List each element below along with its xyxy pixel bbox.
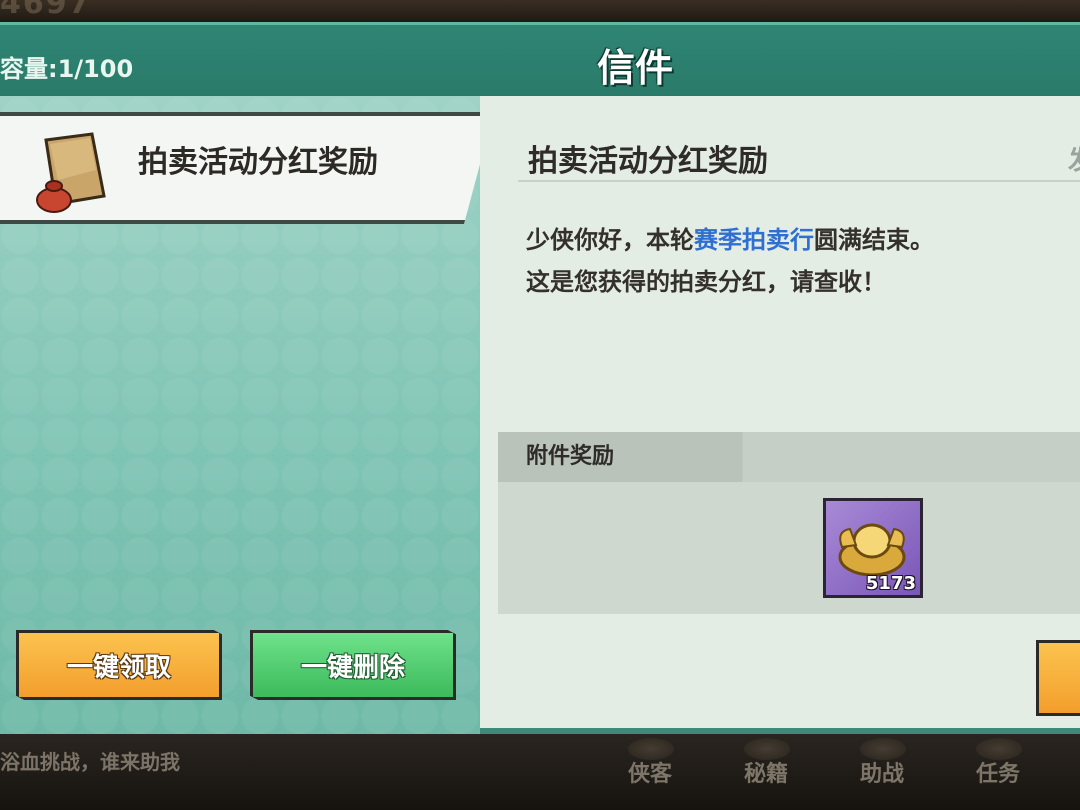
mail-item-title: 拍卖活动分红奖励 [138, 145, 378, 180]
detail-date-partial: 发 [1068, 140, 1080, 177]
body-line1-prefix: 少侠你好，本轮 [526, 226, 694, 254]
reward-count: 5173 [865, 573, 916, 594]
delete-all-button[interactable]: 一键删除 [250, 630, 456, 700]
detail-divider [518, 180, 1080, 182]
reward-item-slot[interactable]: 5173 [823, 498, 923, 598]
claim-all-button[interactable]: 一键领取 [16, 630, 222, 700]
marquee-text: 浴血挑战，谁来助我 [0, 750, 180, 774]
nav-item-assist[interactable]: 助战 [860, 756, 904, 788]
detail-body-line-2: 这是您获得的拍卖分红，请查收！ [526, 268, 886, 296]
detail-body-line-1: 少侠你好，本轮赛季拍卖行圆满结束。 [526, 220, 934, 255]
envelope-with-pouch-icon [36, 132, 106, 213]
top-status-strip: 4697 [0, 0, 1080, 22]
top-blurred-text: 4697 [0, 0, 92, 21]
dialog-header: 容量:1/100 信件 [0, 22, 1080, 99]
dialog-title: 信件 [596, 46, 673, 90]
nav-item-manuals[interactable]: 秘籍 [744, 756, 788, 788]
detail-title: 拍卖活动分红奖励 [528, 144, 768, 179]
season-auction-link[interactable]: 赛季拍卖行 [694, 226, 814, 254]
nav-item-heroes[interactable]: 侠客 [628, 756, 672, 788]
attachment-label: 附件奖励 [526, 444, 615, 469]
claim-button-partial[interactable] [1036, 640, 1080, 716]
mail-detail-panel [480, 96, 1080, 728]
nav-item-tasks[interactable]: 任务 [976, 756, 1020, 788]
body-line1-suffix: 圆满结束。 [814, 226, 934, 254]
